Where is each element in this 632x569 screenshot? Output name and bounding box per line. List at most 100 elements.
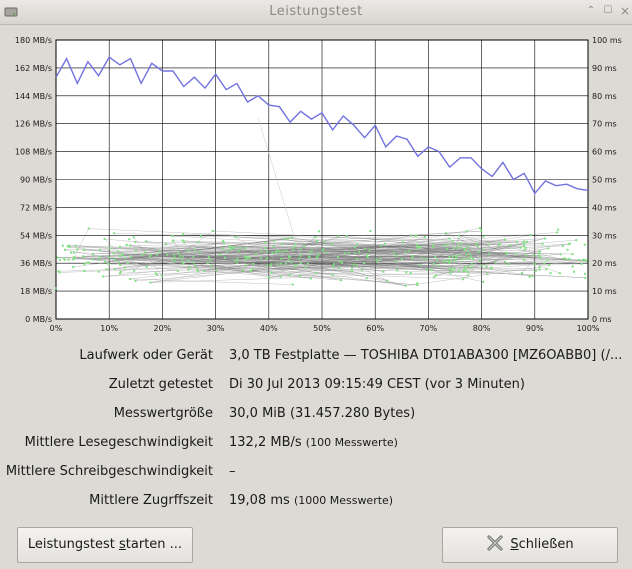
access-time-point: [83, 269, 86, 272]
access-time-point: [448, 237, 451, 240]
x-tick-label: 0%: [50, 324, 63, 333]
access-time-point: [177, 251, 180, 254]
access-time-point: [392, 251, 395, 254]
access-time-point: [516, 240, 519, 243]
maximize-icon[interactable]: ☐: [601, 3, 615, 19]
access-time-point: [571, 253, 574, 256]
access-time-point: [134, 279, 137, 282]
access-time-point: [419, 264, 422, 267]
access-time-point: [437, 264, 440, 267]
access-time-point: [523, 258, 526, 261]
access-time-point: [523, 248, 526, 251]
access-time-point: [64, 248, 67, 251]
access-time-point: [559, 253, 562, 256]
close-x-icon: [487, 535, 503, 551]
row-last-tested: Zuletzt getestet Di 30 Jul 2013 09:15:49…: [0, 377, 632, 395]
access-time-point: [584, 276, 587, 279]
y-right-tick-label: 60 ms: [592, 148, 617, 157]
access-time-point: [479, 227, 482, 230]
access-time-point: [63, 258, 66, 261]
access-time-point: [451, 240, 454, 243]
access-time-point: [582, 258, 585, 261]
access-time-point: [416, 282, 419, 285]
access-time-point: [98, 255, 101, 258]
access-time-point: [91, 258, 94, 261]
access-time-point: [485, 265, 488, 268]
shade-icon[interactable]: ⌃: [584, 3, 598, 19]
y-right-tick-label: 0 ms: [592, 315, 612, 324]
device-label: Laufwerk oder Gerät: [79, 348, 213, 363]
access-time-point: [356, 243, 359, 246]
y-right-tick-label: 40 ms: [592, 203, 617, 212]
access-time-point: [215, 269, 218, 272]
access-time-point: [112, 252, 115, 255]
access-time-point: [196, 270, 199, 273]
close-icon[interactable]: ×: [618, 3, 632, 19]
access-time-point: [234, 235, 237, 238]
access-time-point: [524, 254, 527, 257]
y-left-tick-label: 162 MB/s: [15, 64, 52, 73]
access-time-point: [303, 244, 306, 247]
access-time-point: [453, 267, 456, 270]
access-time-point: [549, 272, 552, 275]
row-write-speed: Mittlere Schreibgeschwindigkeit –: [0, 464, 632, 482]
access-time-point: [268, 276, 271, 279]
access-time-point: [411, 257, 414, 260]
access-time-point: [448, 255, 451, 258]
access-time-point: [98, 258, 101, 261]
access-time-point: [562, 257, 565, 260]
start-benchmark-button[interactable]: Leistungstest starten ...: [17, 527, 193, 563]
access-time-point: [463, 265, 466, 268]
access-time-point: [58, 258, 61, 261]
access-time-point: [361, 269, 364, 272]
access-time-point: [538, 252, 541, 255]
access-time-point: [340, 279, 343, 282]
access-time-point: [87, 227, 90, 230]
access-time-point: [209, 259, 212, 262]
access-time-point: [456, 246, 459, 249]
access-time-point: [228, 248, 231, 251]
access-time-point: [141, 253, 144, 256]
access-time-point: [557, 228, 560, 231]
row-read-speed: Mittlere Lesegeschwindigkeit 132,2 MB/s …: [0, 435, 632, 453]
access-time-point: [108, 247, 111, 250]
access-time-point: [211, 229, 214, 232]
access-time-point: [465, 230, 468, 233]
access-time-point: [101, 275, 104, 278]
access-time-point: [458, 254, 461, 257]
row-device: Laufwerk oder Gerät 3,0 TB Festplatte — …: [0, 348, 632, 366]
access-time-point: [99, 248, 102, 251]
access-time-point: [295, 263, 298, 266]
access-time-point: [504, 260, 507, 263]
access-time-point: [171, 235, 174, 238]
access-time-point: [448, 268, 451, 271]
close-button[interactable]: Schließen: [442, 527, 618, 563]
access-time-note: (1000 Messwerte): [293, 494, 394, 507]
access-time-point: [264, 241, 267, 244]
access-time-point: [56, 256, 59, 259]
access-time-point: [76, 248, 79, 251]
access-time-point: [337, 235, 340, 238]
window-title: Leistungstest: [269, 4, 363, 19]
access-time-point: [394, 260, 397, 263]
access-time-point: [470, 266, 473, 269]
access-time-point: [244, 255, 247, 258]
access-time-point: [411, 255, 414, 258]
access-time-point: [315, 271, 318, 274]
access-time-point: [538, 266, 541, 269]
access-time-point: [164, 243, 167, 246]
y-left-tick-label: 180 MB/s: [15, 36, 52, 45]
read-speed-label: Mittlere Lesegeschwindigkeit: [24, 435, 213, 450]
access-time-point: [408, 250, 411, 253]
access-time-point: [395, 254, 398, 257]
access-time-point: [254, 253, 257, 256]
access-time-point: [465, 253, 468, 256]
access-time-point: [148, 255, 151, 258]
access-time-point: [129, 244, 132, 247]
access-time-point: [543, 262, 546, 265]
access-time-point: [541, 242, 544, 245]
y-left-tick-label: 72 MB/s: [20, 203, 52, 212]
access-time-point: [509, 244, 512, 247]
access-time-point: [70, 251, 73, 254]
row-access-time: Mittlere Zugrffszeit 19,08 ms (1000 Mess…: [0, 493, 632, 511]
